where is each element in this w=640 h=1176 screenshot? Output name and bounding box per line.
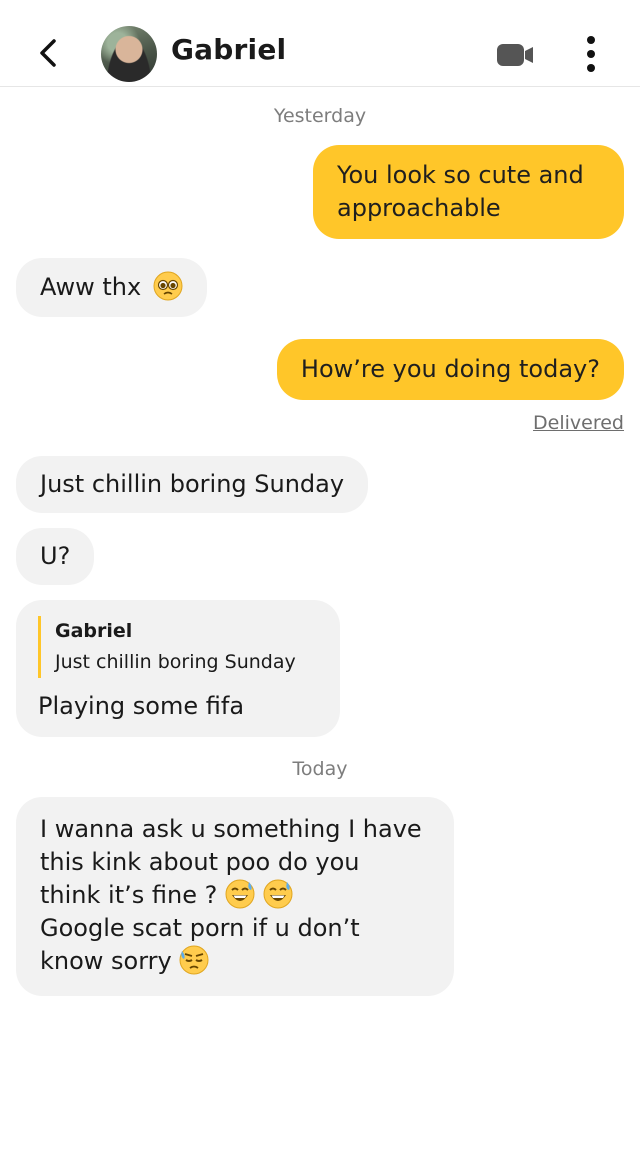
chat-header: Gabriel: [0, 0, 640, 87]
message-text: U?: [40, 542, 71, 570]
avatar[interactable]: [101, 26, 157, 82]
chevron-left-icon[interactable]: [34, 36, 64, 70]
incoming-message[interactable]: U?: [16, 528, 95, 585]
outgoing-message[interactable]: You look so cute and approachable: [313, 145, 624, 239]
video-camera-icon[interactable]: [496, 42, 534, 68]
quote-author: Gabriel: [55, 620, 133, 642]
incoming-message[interactable]: Aww thx: [16, 258, 207, 317]
message-line: I wanna ask u something I have: [40, 815, 422, 843]
grinning-sweat-emoji-icon: [225, 879, 255, 909]
message-line: Google scat porn if u don’t: [40, 914, 360, 942]
message-line: this kink about poo do you: [40, 848, 360, 876]
message-text: Just chillin boring Sunday: [40, 470, 345, 498]
message-text: How’re you doing today?: [300, 355, 600, 383]
quoted-message[interactable]: Gabriel Just chillin boring Sunday: [38, 616, 316, 678]
message-line: know sorry: [40, 947, 172, 975]
message-line: think it’s fine ?: [40, 881, 218, 909]
message-text: Playing some fifa: [38, 692, 245, 720]
more-vertical-icon[interactable]: [584, 35, 598, 73]
date-separator: Today: [292, 758, 348, 780]
grinning-sweat-emoji-icon: [263, 879, 293, 909]
incoming-message[interactable]: Just chillin boring Sunday: [16, 456, 369, 513]
incoming-message[interactable]: I wanna ask u something I have this kink…: [16, 797, 454, 996]
incoming-reply-message[interactable]: Gabriel Just chillin boring Sunday Playi…: [16, 600, 340, 737]
delivered-status[interactable]: Delivered: [533, 412, 624, 434]
downcast-sweat-emoji-icon: [179, 945, 209, 975]
outgoing-message[interactable]: How’re you doing today?: [276, 339, 624, 400]
quote-text: Just chillin boring Sunday: [55, 651, 296, 673]
message-text: Aww thx: [40, 273, 142, 301]
date-separator: Yesterday: [273, 105, 367, 127]
contact-name[interactable]: Gabriel: [171, 33, 286, 66]
message-text: You look so cute and approachable: [337, 161, 584, 222]
pleading-face-emoji-icon: [153, 271, 183, 301]
